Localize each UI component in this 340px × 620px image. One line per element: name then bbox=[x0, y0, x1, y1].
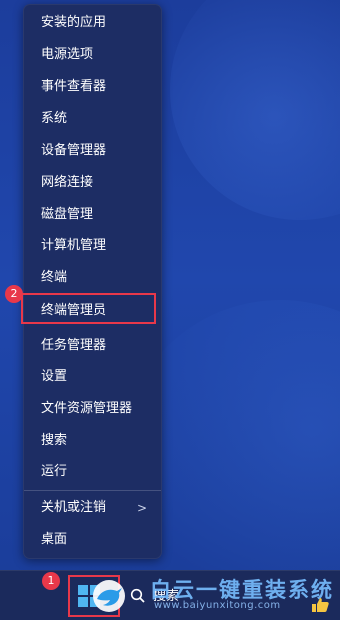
menu-item-label: 搜索 bbox=[41, 433, 68, 448]
menu-item-network-connections[interactable]: 网络连接 bbox=[24, 169, 161, 197]
annotation-highlight-box bbox=[21, 293, 156, 324]
watermark-url: www.baiyunxitong.com bbox=[154, 600, 281, 611]
menu-item-label: 文件资源管理器 bbox=[41, 401, 133, 416]
menu-item-label: 设置 bbox=[41, 369, 68, 384]
menu-item-settings[interactable]: 设置 bbox=[24, 363, 161, 391]
menu-item-power-options[interactable]: 电源选项 bbox=[24, 41, 161, 69]
menu-item-desktop[interactable]: 桌面 bbox=[24, 526, 161, 554]
menu-item-label: 计算机管理 bbox=[41, 238, 107, 253]
menu-item-label: 磁盘管理 bbox=[41, 207, 94, 222]
bird-logo-icon bbox=[93, 580, 125, 612]
start-context-menu: 安装的应用 电源选项 事件查看器 系统 设备管理器 网络连接 磁盘管理 计算机管… bbox=[23, 4, 162, 559]
menu-item-system[interactable]: 系统 bbox=[24, 105, 161, 133]
menu-item-installed-apps[interactable]: 安装的应用 bbox=[24, 9, 161, 37]
menu-item-disk-management[interactable]: 磁盘管理 bbox=[24, 201, 161, 229]
menu-item-label: 安装的应用 bbox=[41, 15, 107, 30]
menu-item-shutdown-signout[interactable]: 关机或注销 > bbox=[24, 494, 161, 522]
menu-item-label: 终端 bbox=[41, 270, 68, 285]
menu-item-label: 系统 bbox=[41, 111, 68, 126]
thumbs-up-icon bbox=[312, 598, 329, 612]
menu-item-computer-management[interactable]: 计算机管理 bbox=[24, 232, 161, 260]
menu-item-label: 网络连接 bbox=[41, 175, 94, 190]
menu-item-label: 电源选项 bbox=[41, 47, 94, 62]
annotation-badge: 1 bbox=[42, 572, 60, 590]
wallpaper-swoosh bbox=[170, 0, 340, 220]
menu-item-label: 运行 bbox=[41, 464, 68, 479]
menu-item-device-manager[interactable]: 设备管理器 bbox=[24, 137, 161, 165]
menu-item-run[interactable]: 运行 bbox=[24, 458, 161, 486]
menu-item-label: 设备管理器 bbox=[41, 143, 107, 158]
chevron-right-icon: > bbox=[136, 501, 147, 515]
annotation-badge: 2 bbox=[5, 285, 23, 303]
menu-item-event-viewer[interactable]: 事件查看器 bbox=[24, 73, 161, 101]
menu-item-label: 事件查看器 bbox=[41, 79, 107, 94]
menu-item-task-manager[interactable]: 任务管理器 bbox=[24, 332, 161, 360]
menu-item-label: 桌面 bbox=[41, 532, 68, 547]
menu-item-label: 任务管理器 bbox=[41, 338, 107, 353]
menu-divider bbox=[24, 490, 161, 491]
search-icon[interactable] bbox=[130, 588, 146, 604]
menu-item-file-explorer[interactable]: 文件资源管理器 bbox=[24, 395, 161, 423]
menu-item-search[interactable]: 搜索 bbox=[24, 427, 161, 455]
menu-item-label: 关机或注销 bbox=[41, 500, 107, 515]
menu-item-terminal[interactable]: 终端 bbox=[24, 264, 161, 292]
